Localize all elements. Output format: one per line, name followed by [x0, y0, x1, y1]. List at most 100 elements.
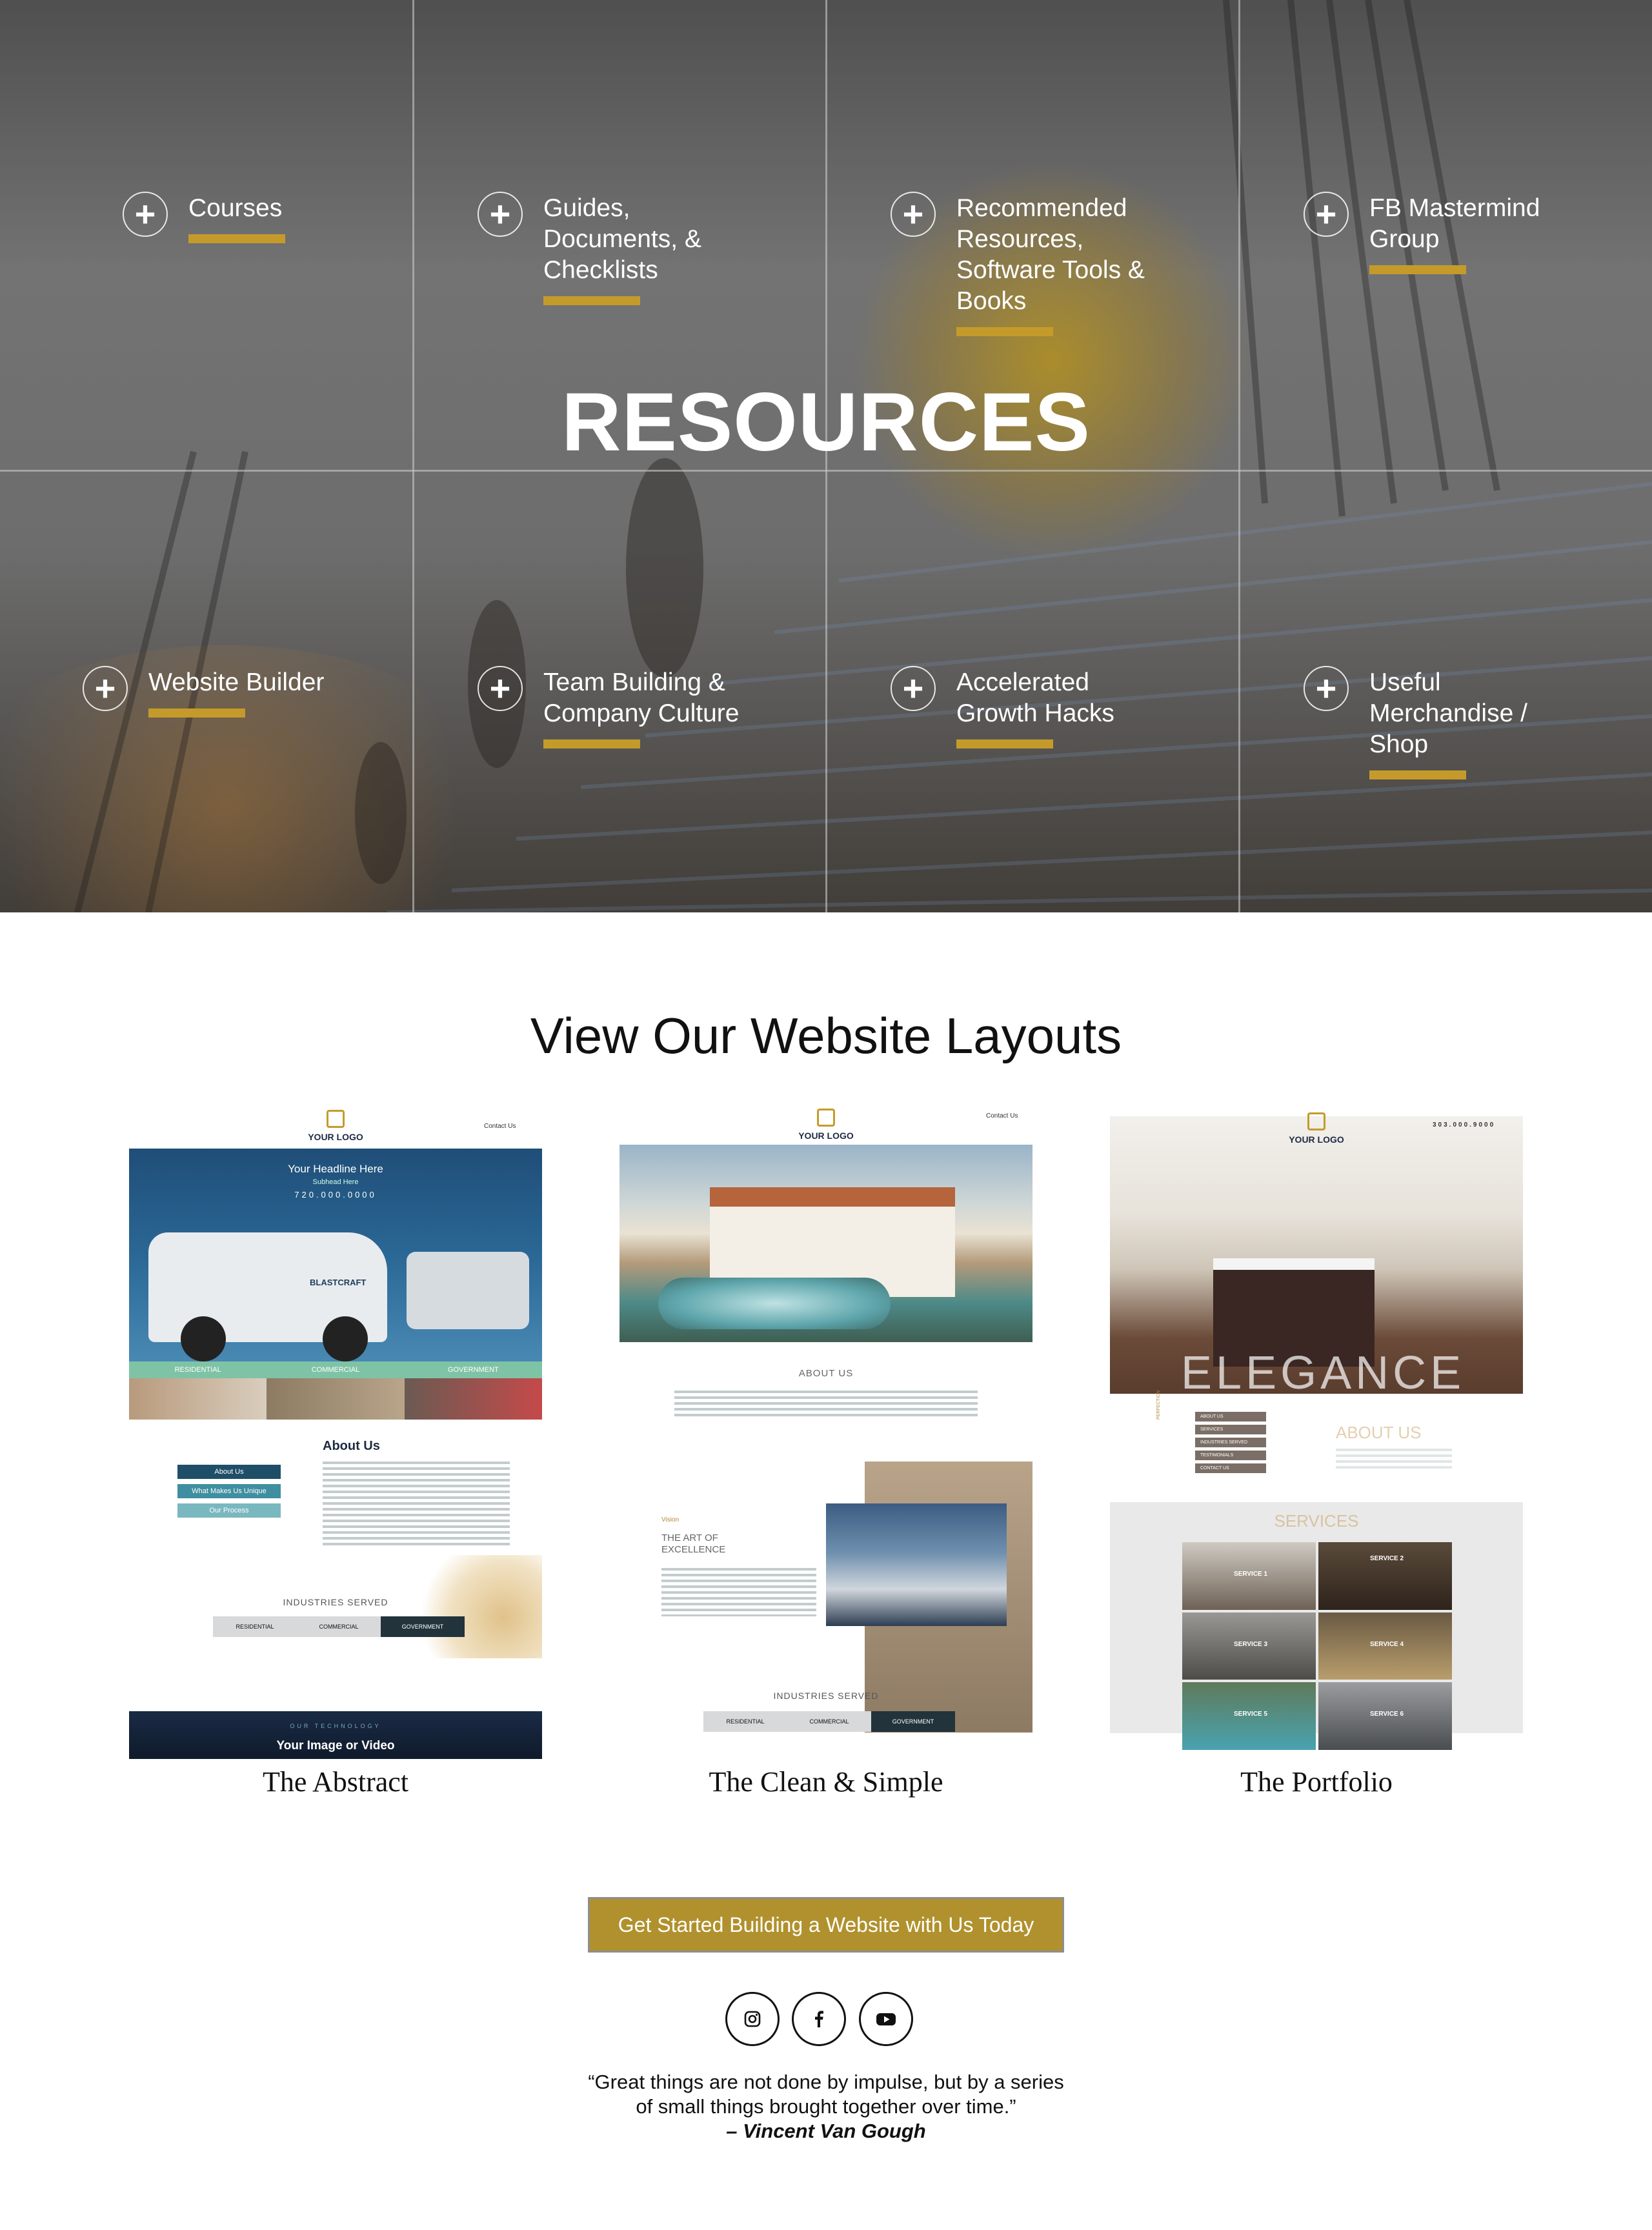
- about-body: [1336, 1449, 1452, 1471]
- about-menu: About Us What Makes Us Unique Our Proces…: [177, 1465, 281, 1518]
- layout-card-clean-simple[interactable]: YOUR LOGO Contact Us ABOUT US Vision THE…: [620, 1103, 1032, 1800]
- contact-link: Contact Us: [484, 1123, 516, 1130]
- resource-label: Team Building & Company Culture: [543, 668, 740, 727]
- industries-tabs: RESIDENTIAL COMMERCIAL GOVERNMENT: [703, 1711, 955, 1732]
- body-text: [323, 1462, 510, 1545]
- plus-icon[interactable]: +: [478, 666, 523, 711]
- quote-line: of small things brought together over ti…: [636, 2095, 1016, 2118]
- resource-underline: [1369, 770, 1466, 779]
- get-started-button[interactable]: Get Started Building a Website with Us T…: [588, 1897, 1064, 1953]
- quote: “Great things are not done by impulse, b…: [0, 2070, 1652, 2144]
- about-title: About Us: [323, 1439, 380, 1453]
- youtube-link[interactable]: [859, 1992, 913, 2046]
- resource-label: Guides, Documents, & Checklists: [543, 194, 701, 284]
- tab-residential[interactable]: RESIDENTIAL: [129, 1361, 267, 1378]
- phone: 303.000.9000: [1433, 1121, 1496, 1129]
- resource-merchandise[interactable]: + Useful Merchandise / Shop: [1304, 666, 1556, 779]
- industries-title: INDUSTRIES SERVED: [283, 1597, 388, 1607]
- service-tile[interactable]: SERVICE 4: [1318, 1612, 1452, 1680]
- resource-underline: [148, 708, 245, 718]
- plus-icon[interactable]: +: [123, 192, 168, 237]
- menu-services[interactable]: SERVICES: [1195, 1425, 1266, 1434]
- service-tile[interactable]: SERVICE 2: [1318, 1542, 1452, 1610]
- tab-residential[interactable]: RESIDENTIAL: [213, 1616, 297, 1637]
- layout-caption[interactable]: The Abstract: [129, 1764, 542, 1800]
- subhead: Subhead Here: [312, 1178, 359, 1186]
- resource-guides[interactable]: + Guides, Documents, & Checklists: [478, 192, 737, 305]
- resource-label: Useful Merchandise / Shop: [1369, 668, 1527, 758]
- plus-icon[interactable]: +: [478, 192, 523, 237]
- instagram-link[interactable]: [725, 1992, 780, 2046]
- logo: YOUR LOGO: [284, 1110, 387, 1142]
- logo: YOUR LOGO: [774, 1109, 878, 1141]
- footer-text: Your Image or Video: [276, 1739, 395, 1753]
- resource-fb-mastermind[interactable]: + FB Mastermind Group: [1304, 192, 1563, 274]
- quote-author: – Vincent Van Gough: [726, 2120, 926, 2142]
- resource-label: Courses: [188, 194, 283, 222]
- resource-underline: [956, 327, 1053, 336]
- industries-title: INDUSTRIES SERVED: [773, 1691, 879, 1701]
- resource-team-building[interactable]: + Team Building & Company Culture: [478, 666, 776, 748]
- phone: 720.000.0000: [294, 1190, 377, 1200]
- pool: [658, 1278, 891, 1329]
- tab-commercial[interactable]: COMMERCIAL: [267, 1361, 404, 1378]
- tab-government[interactable]: GOVERNMENT: [405, 1361, 542, 1378]
- services-title: SERVICES: [1274, 1511, 1359, 1531]
- layout-caption[interactable]: The Portfolio: [1110, 1764, 1523, 1800]
- menu-process[interactable]: Our Process: [177, 1503, 281, 1518]
- service-tile[interactable]: SERVICE 5: [1182, 1682, 1316, 1750]
- tab-residential[interactable]: RESIDENTIAL: [703, 1711, 787, 1732]
- service-tile[interactable]: SERVICE 6: [1318, 1682, 1452, 1750]
- tab-government[interactable]: GOVERNMENT: [381, 1616, 465, 1637]
- resource-courses[interactable]: + Courses: [123, 192, 317, 243]
- menu-unique[interactable]: What Makes Us Unique: [177, 1484, 281, 1498]
- modern-house: [826, 1503, 1007, 1626]
- plus-icon[interactable]: +: [83, 666, 128, 711]
- layout-preview[interactable]: YOUR LOGO 303.000.9000 ELEGANCE PERFECTI…: [1110, 1103, 1523, 1759]
- plus-icon[interactable]: +: [891, 192, 936, 237]
- resource-underline: [543, 296, 640, 305]
- tab-government[interactable]: GOVERNMENT: [871, 1711, 955, 1732]
- photo-strip: [129, 1378, 542, 1420]
- resource-underline: [1369, 265, 1466, 274]
- resource-label: Recommended Resources, Software Tools & …: [956, 194, 1145, 315]
- layout-caption[interactable]: The Clean & Simple: [620, 1764, 1032, 1800]
- resource-underline: [188, 234, 285, 243]
- layout-preview[interactable]: YOUR LOGO Contact Us ABOUT US Vision THE…: [620, 1103, 1032, 1759]
- about-body: [674, 1391, 978, 1420]
- menu-contact[interactable]: CONTACT US: [1195, 1463, 1266, 1473]
- resource-label: Accelerated Growth Hacks: [956, 668, 1114, 727]
- resource-label: FB Mastermind Group: [1369, 194, 1540, 253]
- vision-label: Vision: [661, 1516, 680, 1523]
- menu-about[interactable]: ABOUT US: [1195, 1412, 1266, 1421]
- trailer-image: [407, 1252, 529, 1329]
- resources-title: RESOURCES: [561, 376, 1091, 468]
- resource-underline: [956, 739, 1053, 748]
- tab-commercial[interactable]: COMMERCIAL: [297, 1616, 381, 1637]
- tab-commercial[interactable]: COMMERCIAL: [787, 1711, 871, 1732]
- facebook-icon: [815, 2011, 823, 2027]
- resource-website-builder[interactable]: + Website Builder: [83, 666, 355, 718]
- quote-line: “Great things are not done by impulse, b…: [588, 2071, 1064, 2093]
- services-grid: SERVICE 1 SERVICE 2 SERVICE 3 SERVICE 4 …: [1182, 1542, 1452, 1750]
- about-title: ABOUT US: [1336, 1423, 1422, 1442]
- layout-card-abstract[interactable]: YOUR LOGO Contact Us Your Headline Here …: [129, 1103, 542, 1800]
- layouts-title: View Our Website Layouts: [530, 1007, 1122, 1064]
- plus-icon[interactable]: +: [1304, 666, 1349, 711]
- menu-about[interactable]: About Us: [177, 1465, 281, 1479]
- resource-growth-hacks[interactable]: + Accelerated Growth Hacks: [891, 666, 1150, 748]
- service-tile[interactable]: SERVICE 3: [1182, 1612, 1316, 1680]
- menu-industries[interactable]: INDUSTRIES SERVED: [1195, 1438, 1266, 1447]
- menu-testimonials[interactable]: TESTIMONIALS: [1195, 1451, 1266, 1460]
- layout-card-portfolio[interactable]: YOUR LOGO 303.000.9000 ELEGANCE PERFECTI…: [1110, 1103, 1523, 1800]
- service-tile[interactable]: SERVICE 1: [1182, 1542, 1316, 1610]
- plus-icon[interactable]: +: [891, 666, 936, 711]
- wheel: [181, 1316, 226, 1361]
- plus-icon[interactable]: +: [1304, 192, 1349, 237]
- resource-recommended[interactable]: + Recommended Resources, Software Tools …: [891, 192, 1163, 336]
- facebook-link[interactable]: [792, 1992, 846, 2046]
- portfolio-menu: ABOUT US SERVICES INDUSTRIES SERVED TEST…: [1195, 1412, 1266, 1473]
- wheel: [323, 1316, 368, 1361]
- layout-preview[interactable]: YOUR LOGO Contact Us Your Headline Here …: [129, 1103, 542, 1759]
- tab-strip: RESIDENTIAL COMMERCIAL GOVERNMENT: [129, 1361, 542, 1378]
